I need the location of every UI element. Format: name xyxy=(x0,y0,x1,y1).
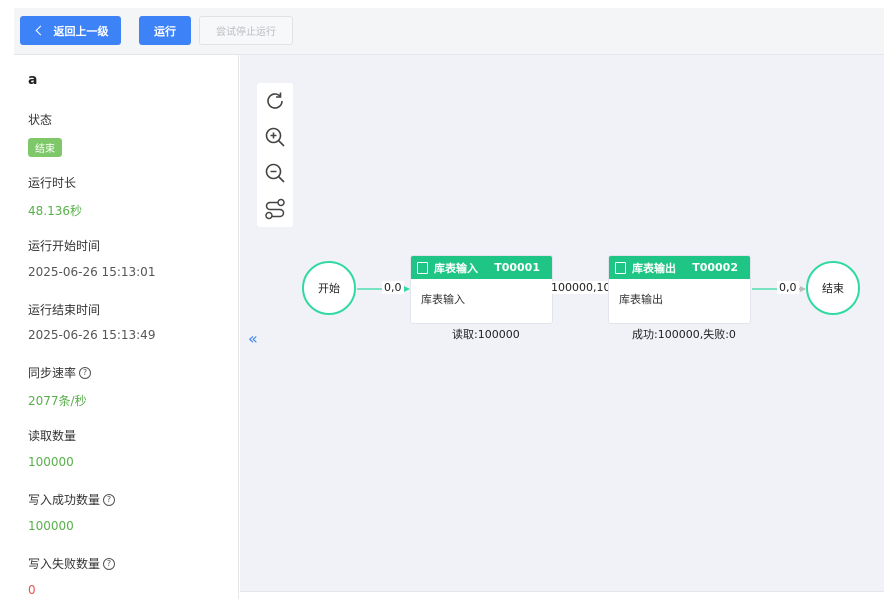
rate-value: 2077条/秒 xyxy=(28,394,87,408)
help-icon[interactable]: ? xyxy=(103,493,116,506)
write-fail-label-row: 写入失败数量 ? xyxy=(28,555,116,572)
node-table-input[interactable]: 库表输入 T00001 库表输入 xyxy=(410,255,553,324)
canvas-footer xyxy=(240,591,884,599)
end-node-label: 结束 xyxy=(822,282,844,295)
rate-label: 同步速率 xyxy=(28,366,77,380)
node-title: 库表输出 xyxy=(632,261,676,275)
top-toolbar: 返回上一级 运行 尝试停止运行 xyxy=(0,0,884,55)
chevron-left-icon xyxy=(35,25,45,36)
table-output-icon xyxy=(615,261,626,274)
flow-canvas[interactable]: « 开始 0,0 库表输入 T00001 库表输入 读取:100000 1000… xyxy=(240,55,884,591)
stop-button[interactable]: 尝试停止运行 xyxy=(199,16,293,45)
read-count-value: 100000 xyxy=(28,455,74,469)
task-title: a xyxy=(28,72,38,88)
start-time-value: 2025-06-26 15:13:01 xyxy=(28,265,156,279)
read-count-label: 读取数量 xyxy=(28,429,77,443)
start-node-label: 开始 xyxy=(318,282,340,295)
edge-label-start: 0,0 xyxy=(382,281,404,294)
run-info-sidebar: a 状态 结束 运行时长 48.136秒 运行开始时间 2025-06-26 1… xyxy=(14,55,239,599)
back-button-label: 返回上一级 xyxy=(53,24,109,38)
status-badge: 结束 xyxy=(28,138,62,157)
write-ok-label-row: 写入成功数量 ? xyxy=(28,491,116,508)
node-header: 库表输入 T00001 xyxy=(411,256,552,279)
run-button-label: 运行 xyxy=(154,24,176,38)
end-time-label: 运行结束时间 xyxy=(28,303,101,317)
edge-label-end: 0,0 xyxy=(777,281,799,294)
write-fail-value: 0 xyxy=(28,583,36,597)
end-time-value: 2025-06-26 15:13:49 xyxy=(28,328,156,342)
node-footer-read: 读取:100000 xyxy=(452,328,520,341)
write-ok-label: 写入成功数量 xyxy=(28,493,101,507)
node-body: 库表输入 xyxy=(421,293,465,306)
node-code: T00002 xyxy=(692,261,738,274)
status-label: 状态 xyxy=(28,113,53,127)
table-input-icon xyxy=(417,261,428,274)
node-code: T00001 xyxy=(494,261,540,274)
write-fail-label: 写入失败数量 xyxy=(28,557,101,571)
node-title: 库表输入 xyxy=(434,261,478,275)
duration-value: 48.136秒 xyxy=(28,204,82,218)
node-header: 库表输出 T00002 xyxy=(609,256,750,279)
write-ok-value: 100000 xyxy=(28,519,74,533)
stop-button-label: 尝试停止运行 xyxy=(216,27,276,38)
rate-label-row: 同步速率 ? xyxy=(28,364,92,381)
flow-edges xyxy=(357,286,806,292)
run-button[interactable]: 运行 xyxy=(139,16,191,45)
start-node[interactable]: 开始 xyxy=(302,261,356,315)
help-icon[interactable]: ? xyxy=(79,366,92,379)
back-button[interactable]: 返回上一级 xyxy=(20,16,121,45)
node-footer-result: 成功:100000,失败:0 xyxy=(632,328,736,341)
end-node[interactable]: 结束 xyxy=(806,261,860,315)
node-table-output[interactable]: 库表输出 T00002 库表输出 xyxy=(608,255,751,324)
start-time-label: 运行开始时间 xyxy=(28,239,101,253)
duration-label: 运行时长 xyxy=(28,176,77,190)
node-body: 库表输出 xyxy=(619,293,663,306)
help-icon[interactable]: ? xyxy=(103,557,116,570)
